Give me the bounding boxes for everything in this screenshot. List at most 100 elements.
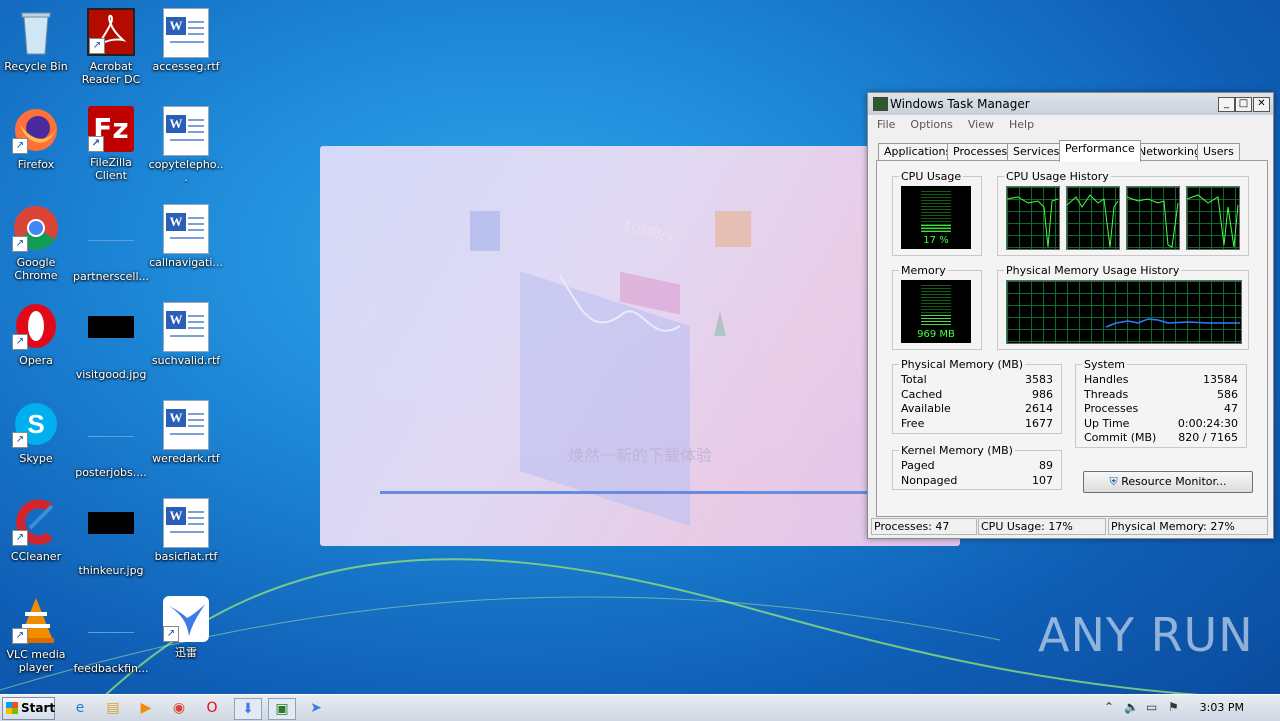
- word-document-icon: W: [162, 400, 210, 450]
- desktop-icon-label: posterjobs....: [75, 466, 147, 479]
- image-thumbnail-icon: [87, 218, 135, 266]
- stat-row: Processes 47: [1084, 402, 1238, 417]
- minimize-button[interactable]: _: [1218, 97, 1235, 112]
- resource-monitor-button[interactable]: ⛨ Resource Monitor...: [1083, 471, 1253, 493]
- desktop-icon-label: Firefox: [17, 158, 55, 171]
- opera-shortcut[interactable]: ↗ Opera: [0, 302, 74, 367]
- desktop-icon-label: Opera: [19, 354, 53, 367]
- shortcut-arrow-icon: ↗: [88, 136, 104, 152]
- taskbar-task-manager-icon[interactable]: ▣: [268, 698, 296, 720]
- tray-expand-icon[interactable]: ⌃: [1104, 700, 1114, 714]
- stat-value: 107: [1032, 473, 1053, 487]
- stat-value: 0:00:24:30: [1177, 416, 1238, 430]
- vlc-shortcut[interactable]: ↗ VLC media player: [0, 596, 74, 674]
- xunlei-bird-icon: ↗: [163, 596, 209, 642]
- desktop-icon-label: copytelepho...: [148, 158, 224, 184]
- stat-value: 13584: [1203, 373, 1238, 386]
- visitgood-file[interactable]: visitgood.jpg: [73, 302, 149, 381]
- vlc-cone-icon: ↗: [12, 596, 60, 644]
- stat-value: 89: [1039, 459, 1053, 472]
- title-bar[interactable]: Windows Task Manager _ □ ✕: [868, 93, 1273, 115]
- ccleaner-shortcut[interactable]: ↗ CCleaner: [0, 498, 74, 563]
- tab-services[interactable]: Services: [1007, 143, 1066, 161]
- taskbar-ie-icon[interactable]: e: [67, 698, 93, 718]
- stat-row: Up Time 0:00:24:30: [1084, 417, 1238, 432]
- tab-applications[interactable]: Applications: [878, 143, 958, 161]
- stat-row: Total 3583: [901, 373, 1053, 388]
- desktop-icon-label: VLC media player: [6, 648, 66, 674]
- feedbackfin-file[interactable]: feedbackfin...: [73, 596, 149, 675]
- menu-options[interactable]: Options: [910, 118, 952, 131]
- menu-file[interactable]: File: [877, 118, 895, 131]
- stat-key: Cached: [901, 387, 943, 401]
- stat-row: Commit (MB) 820 / 7165: [1084, 431, 1238, 446]
- desktop-icon-label: feedbackfin...: [73, 662, 149, 675]
- taskbar-chrome-icon[interactable]: ◉: [166, 698, 192, 718]
- partnerscell-file[interactable]: partnerscell...: [73, 204, 149, 283]
- stat-key: Up Time: [1084, 416, 1130, 430]
- volume-icon[interactable]: 🔈: [1124, 700, 1139, 714]
- windows-logo-icon: [6, 702, 18, 714]
- shortcut-arrow-icon: ↗: [89, 38, 105, 54]
- menu-view[interactable]: View: [968, 118, 994, 131]
- stat-key: Processes: [1084, 402, 1139, 415]
- posterjobs-file[interactable]: posterjobs....: [73, 400, 149, 479]
- basicflat-file[interactable]: W basicflat.rtf: [148, 498, 224, 563]
- menu-help[interactable]: Help: [1009, 118, 1034, 131]
- skype-shortcut[interactable]: S ↗ Skype: [0, 400, 74, 465]
- xunlei-shortcut[interactable]: ↗ 迅雷: [148, 596, 224, 659]
- tab-networking[interactable]: Networking: [1132, 143, 1207, 161]
- chrome-shortcut[interactable]: ↗ Google Chrome: [0, 204, 74, 282]
- tab-users[interactable]: Users: [1197, 143, 1240, 161]
- taskbar-xunlei-icon[interactable]: ➤: [303, 698, 329, 718]
- taskbar-opera-icon[interactable]: O: [199, 698, 225, 718]
- desktop-icon-label: suchvalid.rtf: [151, 354, 221, 367]
- system-stats: Handles 13584 Threads 586 Processes 47 Up T…: [1084, 373, 1238, 446]
- copytelepho-file[interactable]: W copytelepho...: [148, 106, 224, 184]
- task-manager-app-icon: [873, 97, 888, 111]
- maximize-button[interactable]: □: [1235, 97, 1252, 112]
- stat-value: 3583: [1025, 373, 1053, 386]
- action-center-flag-icon[interactable]: ⚑: [1168, 700, 1179, 714]
- stat-key: Paged: [901, 459, 935, 472]
- close-button[interactable]: ✕: [1253, 97, 1270, 112]
- stat-row: Threads 586: [1084, 388, 1238, 403]
- desktop-icon-label: visitgood.jpg: [75, 368, 147, 381]
- status-cpu-usage: CPU Usage: 17%: [978, 518, 1106, 535]
- filezilla-icon: Fz ↗: [88, 106, 134, 152]
- firefox-shortcut[interactable]: ↗ Firefox: [0, 106, 74, 171]
- taskbar-media-player-icon[interactable]: ▶: [133, 698, 159, 718]
- start-button[interactable]: Start: [2, 697, 55, 720]
- filezilla-shortcut[interactable]: Fz ↗ FileZilla Client: [73, 106, 149, 182]
- network-icon[interactable]: ▭: [1146, 700, 1157, 714]
- callnavigati-file[interactable]: W callnavigati...: [148, 204, 224, 269]
- stat-row: Available 2614: [901, 402, 1053, 417]
- thinkeur-file[interactable]: thinkeur.jpg: [73, 498, 149, 577]
- taskbar-xunlei-setup-icon[interactable]: ⬇: [234, 698, 262, 720]
- stat-value: 986: [1032, 387, 1053, 401]
- taskbar-explorer-icon[interactable]: ▤: [100, 698, 126, 718]
- desktop-icon-label: CCleaner: [10, 550, 62, 563]
- clock[interactable]: 3:03 PM: [1200, 701, 1244, 714]
- stat-key: Threads: [1084, 387, 1129, 401]
- tab-processes[interactable]: Processes: [947, 143, 1014, 161]
- acrobat-shortcut[interactable]: ↗ Acrobat Reader DC: [73, 8, 149, 86]
- weredark-file[interactable]: W weredark.rtf: [148, 400, 224, 465]
- stat-row: Nonpaged 107: [901, 474, 1053, 489]
- desktop-icon-label: Acrobat Reader DC: [81, 60, 141, 86]
- word-document-icon: W: [162, 106, 210, 156]
- stat-key: Free: [901, 416, 925, 430]
- image-thumbnail-icon: [87, 316, 135, 364]
- accesseg-file[interactable]: W accesseg.rtf: [148, 8, 224, 73]
- firefox-icon: ↗: [12, 106, 60, 154]
- shortcut-arrow-icon: ↗: [12, 236, 28, 252]
- desktop-icon-label: thinkeur.jpg: [78, 564, 144, 577]
- system-label: System: [1082, 358, 1128, 371]
- status-bar: Processes: 47 CPU Usage: 17% Physical Me…: [871, 518, 1269, 535]
- suchvalid-file[interactable]: W suchvalid.rtf: [148, 302, 224, 367]
- menu-bar: File Options View Help: [868, 115, 1273, 135]
- taskbar: Start e ▤ ▶ ◉ O ⬇ ▣ ➤ ⌃ 🔈 ▭ ⚑ 3:03 PM: [0, 694, 1280, 721]
- kernel-memory-group: Kernel Memory (MB) Paged 89 Nonpaged 107: [892, 444, 1062, 490]
- recycle-bin-shortcut[interactable]: Recycle Bin: [0, 8, 74, 73]
- tab-performance[interactable]: Performance: [1059, 140, 1141, 162]
